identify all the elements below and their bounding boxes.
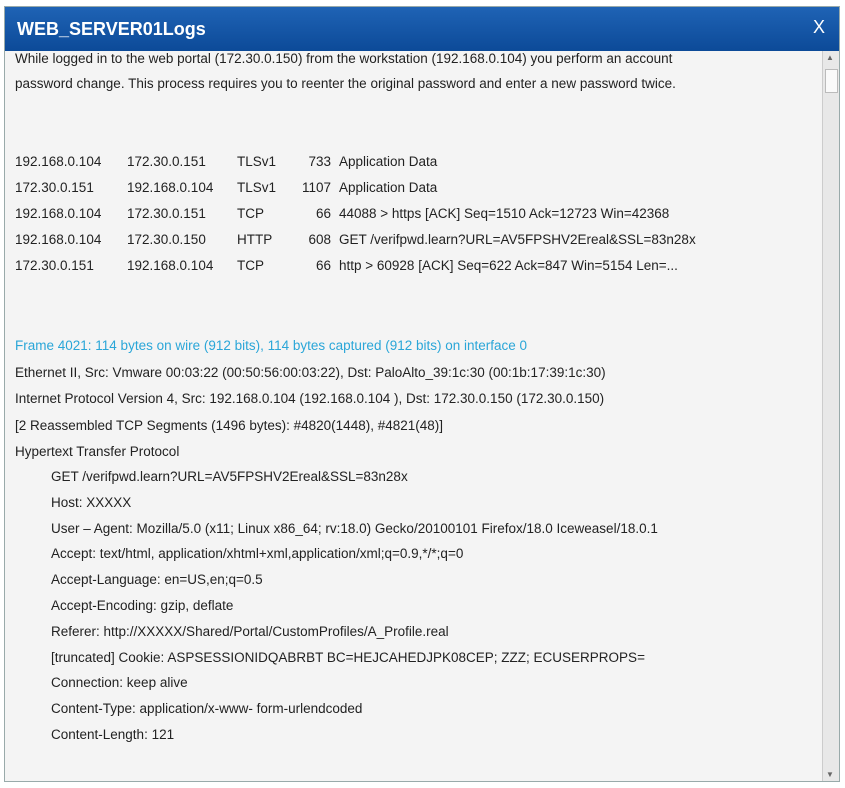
packet-cell: Application Data [339, 180, 438, 195]
detail-line: Internet Protocol Version 4, Src: 192.16… [15, 391, 605, 407]
packet-cell: 66 [315, 206, 331, 221]
packet-cell: Application Data [339, 154, 438, 169]
packet-cell: TCP [237, 206, 264, 221]
packet-cell: GET /verifpwd.learn?URL=AV5FPSHV2Ereal&S… [339, 232, 696, 247]
scroll-thumb[interactable] [825, 69, 838, 93]
packet-cell: TLSv1 [237, 154, 277, 169]
packet-cell: 66 [315, 258, 331, 273]
packet-cell: TCP [237, 258, 264, 273]
frame-summary: Frame 4021: 114 bytes on wire (912 bits)… [15, 338, 528, 353]
packet-cell: 192.168.0.104 [15, 232, 102, 247]
http-header-line: Host: XXXXX [51, 494, 132, 510]
packet-cell: 172.30.0.151 [127, 206, 206, 221]
http-header-line: Referer: http://XXXXX/Shared/Portal/Cust… [51, 623, 449, 639]
http-header-line: User – Agent: Mozilla/5.0 (x11; Linux x8… [51, 520, 658, 536]
intro-text: password change. This process requires y… [15, 76, 676, 91]
packet-cell: 608 [308, 232, 331, 247]
packet-cell: 192.168.0.104 [127, 180, 214, 195]
http-header-line: Accept-Encoding: gzip, deflate [51, 598, 234, 613]
log-content: While logged in to the web portal (172.3… [5, 51, 821, 781]
close-button[interactable]: X [813, 17, 825, 38]
packet-cell: 192.168.0.104 [15, 154, 102, 169]
detail-line: [2 Reassembled TCP Segments (1496 bytes)… [15, 417, 444, 433]
logs-window: WEB_SERVER01Logs X While logged in to th… [4, 6, 840, 782]
http-header-line: Content-Type: application/x-www- form-ur… [51, 701, 363, 717]
http-header-line: Accept: text/html, application/xhtml+xml… [51, 546, 464, 562]
packet-cell: 192.168.0.104 [15, 206, 102, 221]
scroll-down-icon[interactable]: ▼ [826, 770, 834, 779]
packet-cell: 192.168.0.104 [127, 258, 214, 273]
packet-cell: 44088 > https [ACK] Seq=1510 Ack=12723 W… [339, 206, 670, 221]
http-header-line: Accept-Language: en=US,en;q=0.5 [51, 572, 263, 588]
http-header-line: Connection: keep alive [51, 675, 188, 691]
packet-cell: HTTP [237, 232, 273, 247]
http-header-line: Content-Length: 121 [51, 727, 175, 742]
http-header-line: [truncated] Cookie: ASPSESSIONIDQABRBT B… [51, 649, 645, 665]
packet-cell: 172.30.0.151 [127, 154, 206, 169]
title-bar: WEB_SERVER01Logs X [5, 7, 839, 51]
detail-line: Ethernet II, Src: Vmware 00:03:22 (00:50… [15, 365, 606, 380]
http-header-line: GET /verifpwd.learn?URL=AV5FPSHV2Ereal&S… [51, 469, 408, 484]
packet-cell: 1107 [301, 180, 331, 195]
packet-cell: TLSv1 [237, 180, 277, 195]
packet-cell: 172.30.0.151 [15, 258, 94, 273]
scrollbar[interactable]: ▲ ▼ [822, 51, 839, 781]
detail-line: Hypertext Transfer Protocol [15, 443, 180, 459]
intro-text: While logged in to the web portal (172.3… [15, 51, 673, 66]
window-title: WEB_SERVER01Logs [17, 18, 206, 39]
packet-cell: 172.30.0.151 [15, 180, 94, 195]
packet-cell: 733 [308, 154, 331, 169]
packet-cell: 172.30.0.150 [127, 232, 206, 247]
packet-cell: http > 60928 [ACK] Seq=622 Ack=847 Win=5… [339, 258, 678, 273]
scroll-up-icon[interactable]: ▲ [826, 53, 834, 62]
